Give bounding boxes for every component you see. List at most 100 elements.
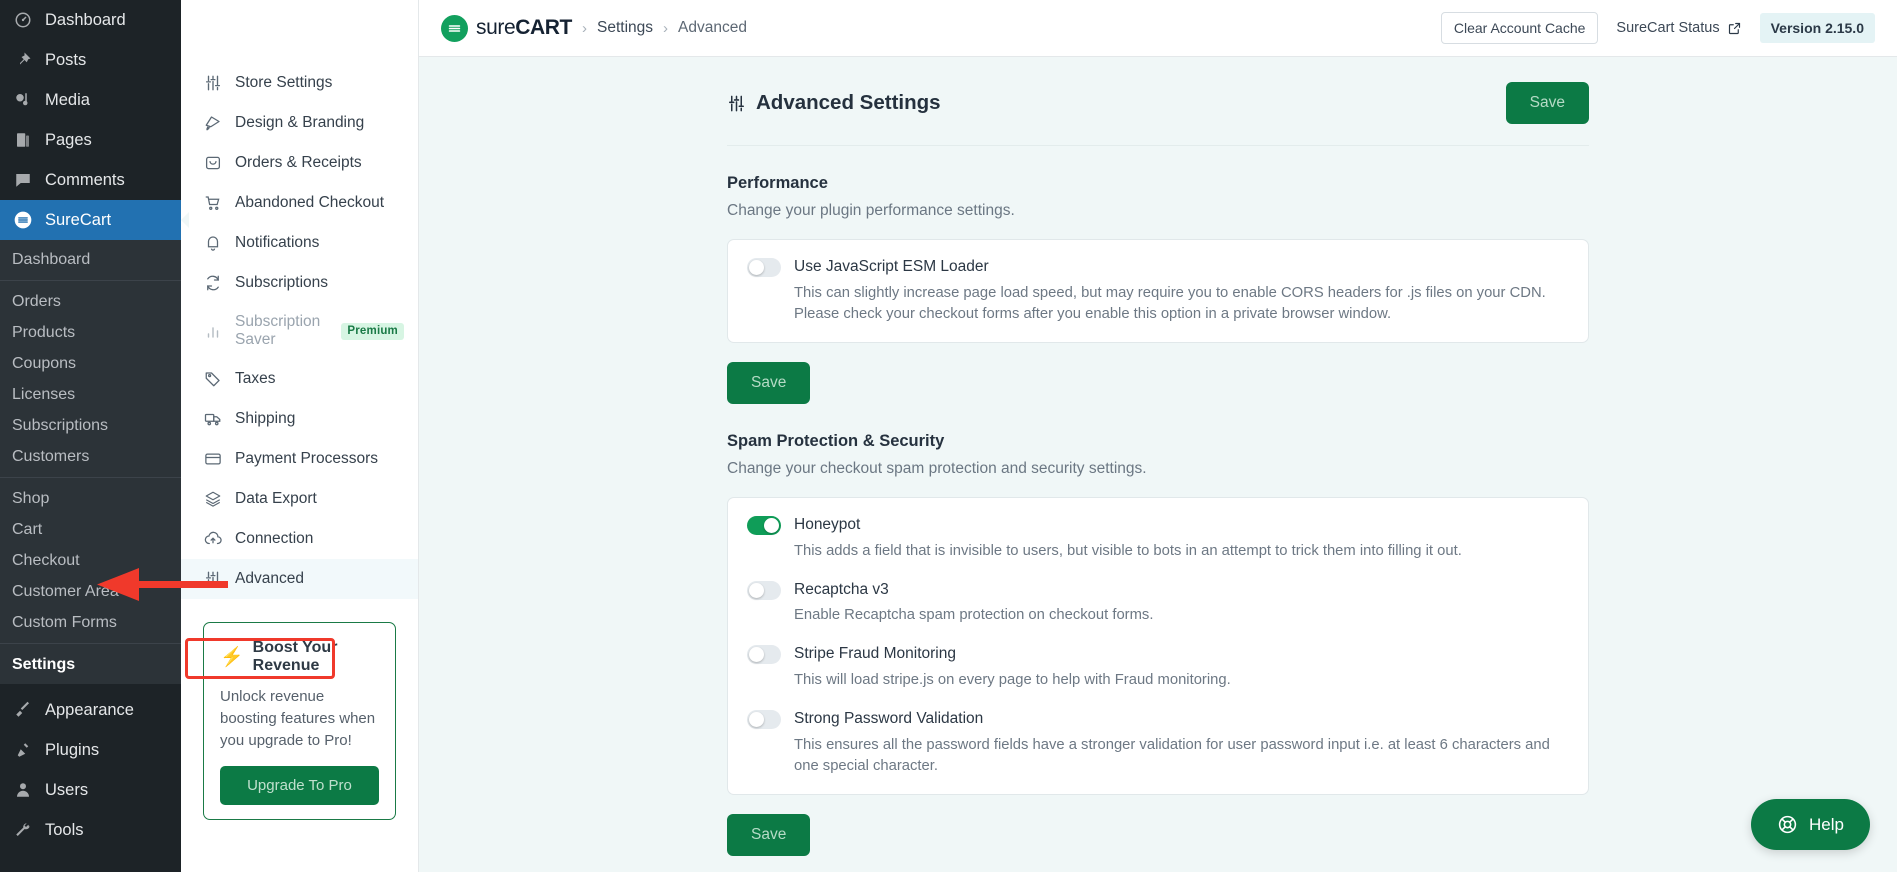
dashboard-icon <box>12 9 34 31</box>
sidebar-item-label: Plugins <box>45 740 100 759</box>
submenu-item-licenses[interactable]: Licenses <box>0 379 181 410</box>
bar-chart-icon <box>203 321 223 341</box>
sidebar-item-posts[interactable]: Posts <box>0 40 181 80</box>
submenu-item-dashboard[interactable]: Dashboard <box>0 244 181 275</box>
settings-nav-taxes[interactable]: Taxes <box>181 359 418 399</box>
help-button-label: Help <box>1809 814 1844 834</box>
submenu-item-coupons[interactable]: Coupons <box>0 348 181 379</box>
surecart-icon <box>12 209 34 231</box>
surecart-logo-text: sureCART <box>476 16 572 40</box>
option-description: This will load stripe.js on every page t… <box>794 672 1231 689</box>
submenu-item-cart[interactable]: Cart <box>0 514 181 545</box>
settings-nav-abandoned-checkout[interactable]: Abandoned Checkout <box>181 183 418 223</box>
breadcrumb-separator-icon: › <box>582 19 587 37</box>
submenu-item-checkout[interactable]: Checkout <box>0 545 181 576</box>
settings-nav-orders-receipts[interactable]: Orders & Receipts <box>181 143 418 183</box>
settings-nav-store-settings[interactable]: Store Settings <box>181 63 418 103</box>
tag-icon <box>203 369 223 389</box>
sidebar-item-tools[interactable]: Tools <box>0 810 181 850</box>
submenu-item-customer-area[interactable]: Customer Area <box>0 576 181 607</box>
sidebar-item-comments[interactable]: Comments <box>0 160 181 200</box>
toggle-strong-password-validation[interactable] <box>747 710 781 730</box>
bell-icon <box>203 233 223 253</box>
settings-nav-payment-processors[interactable]: Payment Processors <box>181 439 418 479</box>
sidebar-item-appearance[interactable]: Appearance <box>0 690 181 730</box>
save-button-top[interactable]: Save <box>1505 82 1589 124</box>
settings-nav-label: Data Export <box>235 490 317 507</box>
save-button-performance[interactable]: Save <box>727 361 811 404</box>
cloud-upload-icon <box>203 529 223 549</box>
sidebar-item-surecart[interactable]: SureCart <box>0 200 181 240</box>
option-body: Stripe Fraud Monitoring This will load s… <box>794 644 1569 691</box>
tools-icon <box>12 819 34 841</box>
toggle-knob <box>749 260 764 275</box>
settings-content-inner: Advanced Settings Save Performance Chang… <box>727 57 1589 857</box>
sidebar-item-users[interactable]: Users <box>0 770 181 810</box>
settings-nav-data-export[interactable]: Data Export <box>181 479 418 519</box>
save-button-spam[interactable]: Save <box>727 814 811 857</box>
breadcrumb-advanced: Advanced <box>678 19 747 36</box>
option-body: Honeypot This adds a field that is invis… <box>794 515 1569 562</box>
page-title: Advanced Settings <box>727 91 941 115</box>
sidebar-item-dashboard[interactable]: Dashboard <box>0 0 181 40</box>
option-description: This ensures all the password fields hav… <box>794 737 1550 775</box>
sidebar-item-plugins[interactable]: Plugins <box>0 730 181 770</box>
section-performance: Performance Change your plugin performan… <box>727 174 1589 404</box>
submenu-item-orders[interactable]: Orders <box>0 286 181 317</box>
submenu-item-custom-forms[interactable]: Custom Forms <box>0 607 181 638</box>
settings-nav-label: Taxes <box>235 370 276 387</box>
settings-nav-label: Subscriptions <box>235 274 329 291</box>
sidebar-item-pages[interactable]: Pages <box>0 120 181 160</box>
surecart-logo[interactable]: sureCART <box>441 14 572 42</box>
help-button[interactable]: Help <box>1751 799 1870 850</box>
settings-nav-shipping[interactable]: Shipping <box>181 399 418 439</box>
settings-nav-subscriptions[interactable]: Subscriptions <box>181 263 418 303</box>
clear-account-cache-button[interactable]: Clear Account Cache <box>1440 12 1599 44</box>
page-header: Advanced Settings Save <box>727 82 1589 146</box>
settings-nav-design-branding[interactable]: Design & Branding <box>181 103 418 143</box>
settings-nav-advanced[interactable]: Advanced <box>181 559 418 599</box>
submenu-divider <box>0 280 181 281</box>
toggle-recaptcha-v3[interactable] <box>747 580 781 600</box>
settings-nav-label: Abandoned Checkout <box>235 194 385 211</box>
submenu-item-shop[interactable]: Shop <box>0 483 181 514</box>
breadcrumb-settings[interactable]: Settings <box>597 19 653 37</box>
submenu-item-products[interactable]: Products <box>0 317 181 348</box>
sidebar-item-label: Users <box>45 780 89 799</box>
settings-nav-label: Subscription Saver <box>235 313 321 348</box>
settings-nav-subscription-saver[interactable]: Subscription Saver Premium <box>181 303 418 359</box>
settings-nav-label: Connection <box>235 530 314 547</box>
brush-tag-icon <box>203 113 223 133</box>
settings-nav-notifications[interactable]: Notifications <box>181 223 418 263</box>
truck-icon <box>203 409 223 429</box>
settings-nav-label: Design & Branding <box>235 114 365 131</box>
spam-options-card: Honeypot This adds a field that is invis… <box>727 496 1589 796</box>
sidebar-item-media[interactable]: Media <box>0 80 181 120</box>
boost-card-title: Boost Your Revenue <box>252 639 338 674</box>
boost-card-text: Unlock revenue boosting features when yo… <box>220 688 376 749</box>
option-description: This can slightly increase page load spe… <box>794 284 1546 322</box>
section-spam-protection: Spam Protection & Security Change your c… <box>727 432 1589 857</box>
receipt-bag-icon <box>203 153 223 173</box>
submenu-item-subscriptions[interactable]: Subscriptions <box>0 410 181 441</box>
toggle-honeypot[interactable] <box>747 515 781 535</box>
submenu-item-settings[interactable]: Settings <box>0 649 181 680</box>
sidebar-item-label: Posts <box>45 50 87 69</box>
premium-badge: Premium <box>341 322 404 340</box>
option-label: Honeypot <box>794 515 861 533</box>
performance-options-card: Use JavaScript ESM Loader This can sligh… <box>727 239 1589 343</box>
toggle-knob <box>749 647 764 663</box>
option-label: Use JavaScript ESM Loader <box>794 258 989 275</box>
toggle-esm-loader[interactable] <box>747 258 781 277</box>
submenu-item-customers[interactable]: Customers <box>0 441 181 472</box>
app-root: Dashboard Posts Media Pages Comments Sur… <box>0 0 1897 872</box>
surecart-logo-mark-icon <box>441 14 468 42</box>
breadcrumb-separator-icon: › <box>663 19 669 37</box>
main-area: sureCART › Settings › Advanced Clear Acc… <box>419 0 1897 872</box>
toggle-stripe-fraud-monitoring[interactable] <box>747 645 781 665</box>
upgrade-to-pro-button[interactable]: Upgrade To Pro <box>220 766 379 806</box>
surecart-status-link[interactable]: SureCart Status <box>1616 20 1741 36</box>
submenu-divider <box>0 477 181 478</box>
surecart-submenu: Dashboard Orders Products Coupons Licens… <box>0 240 181 684</box>
settings-nav-connection[interactable]: Connection <box>181 519 418 559</box>
